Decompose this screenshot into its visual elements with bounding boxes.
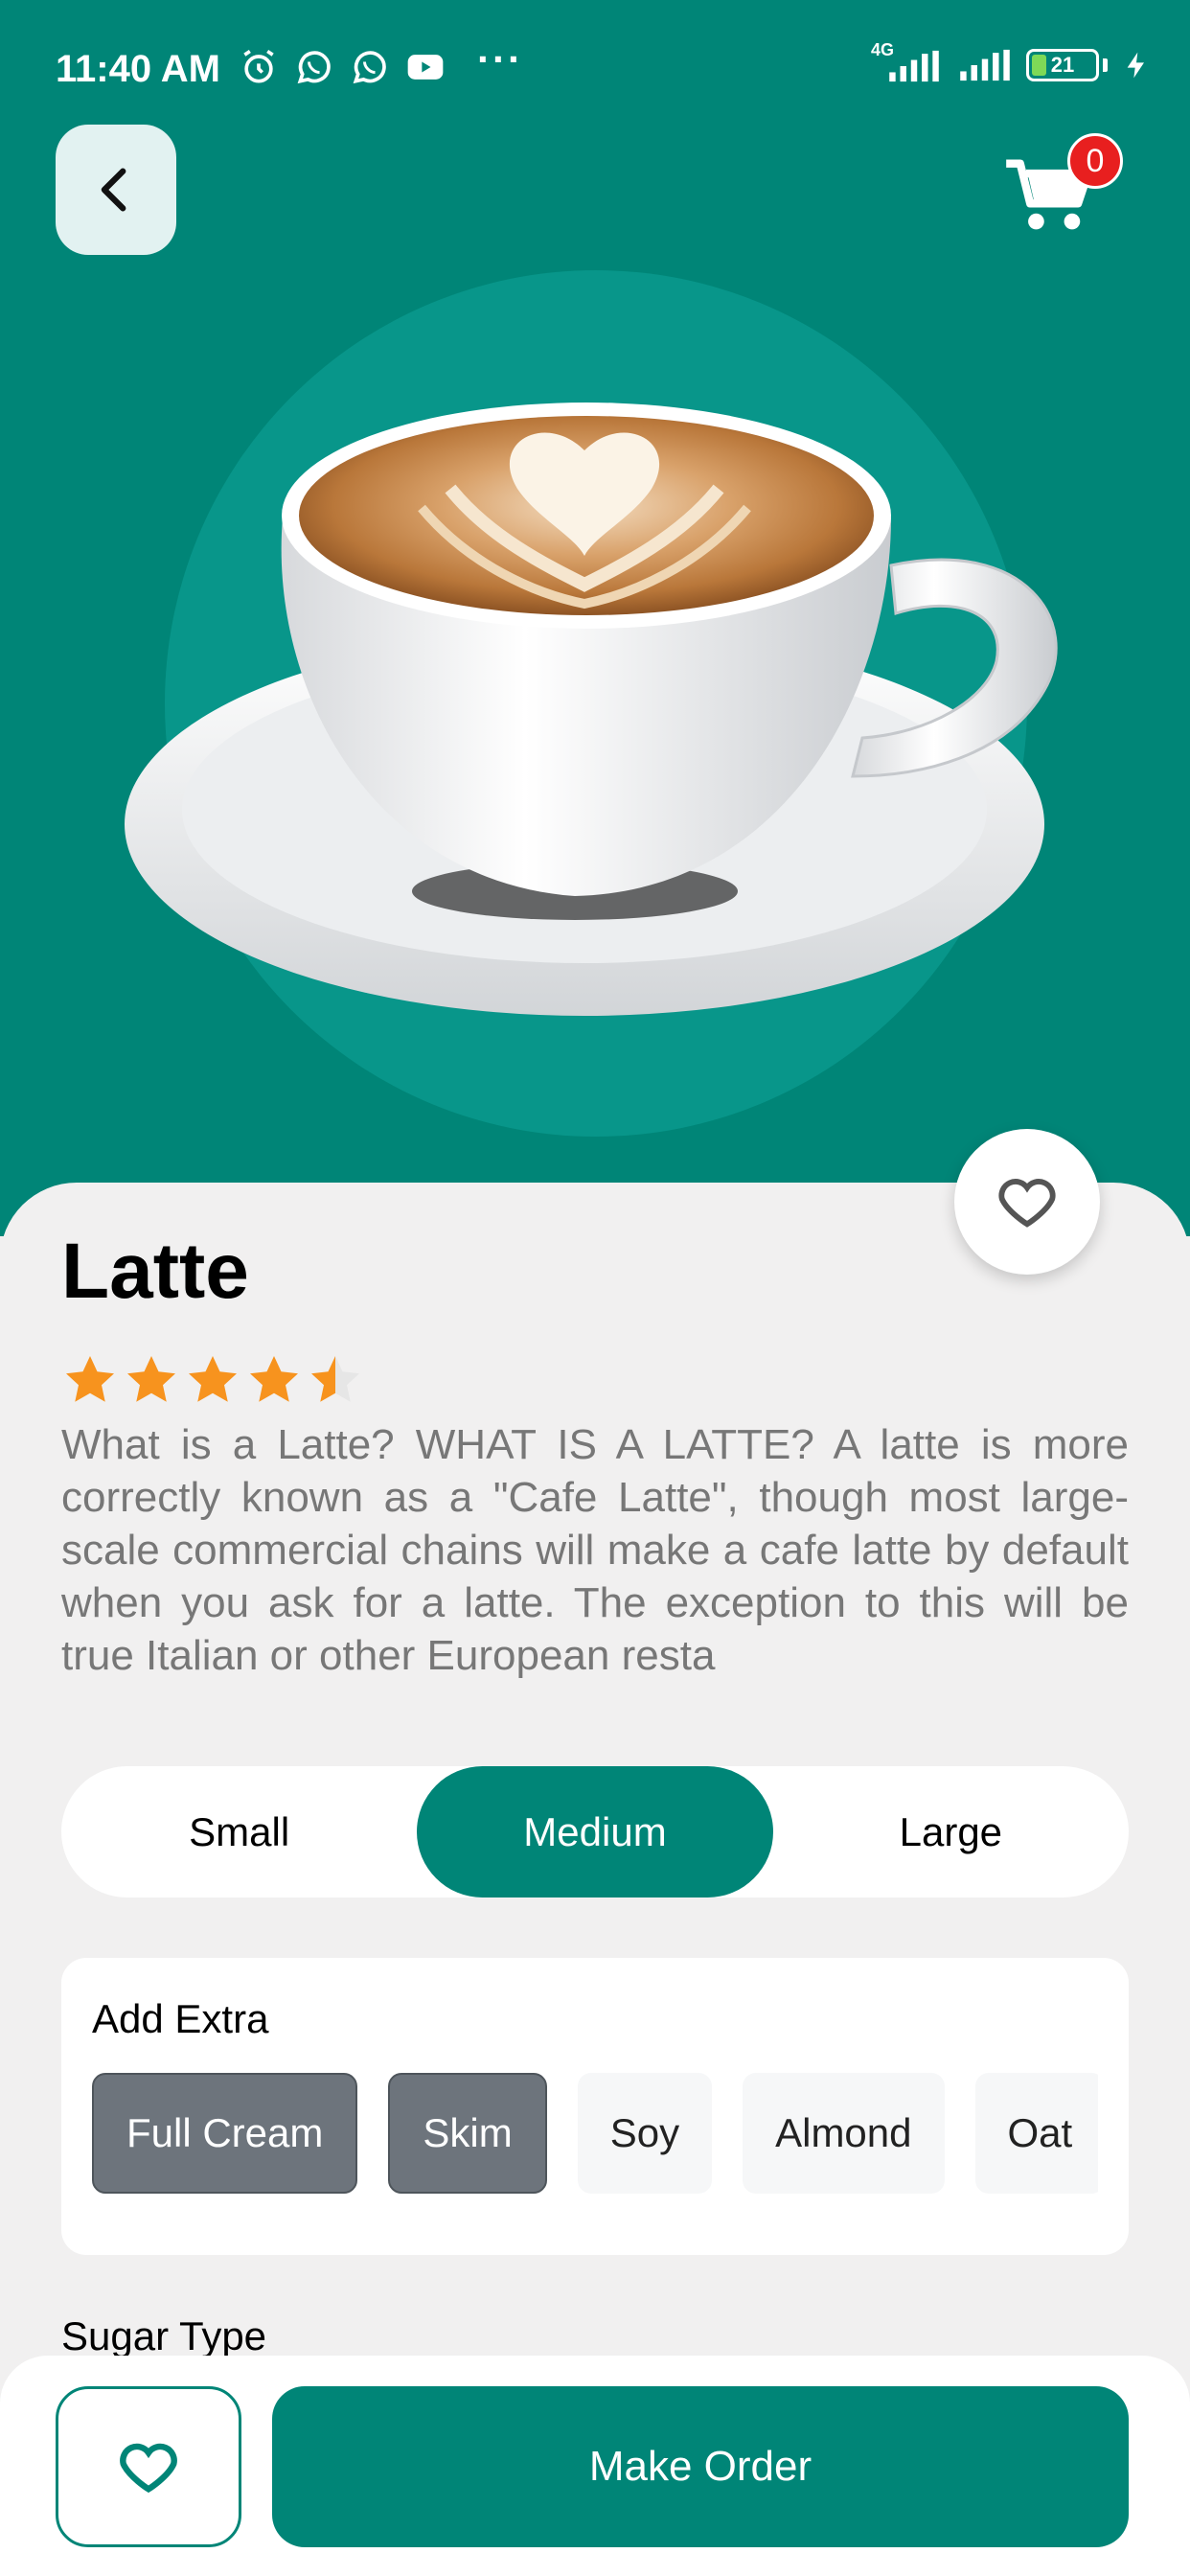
status-bar: 11:40 AM ··· 4G 21 <box>0 0 1190 139</box>
cart-count-badge: 0 <box>1067 133 1123 189</box>
signal-4g-icon: 4G <box>871 40 944 84</box>
back-button[interactable] <box>56 125 176 255</box>
status-time: 11:40 AM <box>56 48 220 90</box>
whatsapp-icon <box>353 51 386 84</box>
size-option-small[interactable]: Small <box>61 1766 417 1898</box>
extra-option-skim[interactable]: Skim <box>388 2073 547 2194</box>
battery-icon: 21 <box>1026 49 1099 81</box>
cart-button[interactable]: 0 <box>996 129 1123 244</box>
product-name: Latte <box>61 1228 249 1315</box>
make-order-button[interactable]: Make Order <box>272 2386 1129 2547</box>
battery-level: 21 <box>1050 53 1075 77</box>
heart-icon <box>998 1179 1056 1228</box>
size-option-medium[interactable]: Medium <box>417 1766 773 1898</box>
youtube-icon <box>407 55 444 80</box>
latte-cup-image <box>125 402 1058 1016</box>
size-option-large[interactable]: Large <box>773 1766 1129 1898</box>
extra-option-almond[interactable]: Almond <box>743 2073 945 2194</box>
product-hero: 11:40 AM ··· 4G 21 0 <box>0 0 1190 1236</box>
charging-icon <box>1127 52 1144 79</box>
sugar-type-label: Sugar Type <box>61 2313 267 2358</box>
extra-option-oat[interactable]: Oat <box>974 2073 1098 2194</box>
star-icon <box>250 1356 298 1402</box>
signal-icon <box>960 49 1010 81</box>
rating-stars <box>61 1351 364 1409</box>
notification-icons: ··· <box>238 36 523 88</box>
size-selector: Small Medium Large <box>61 1766 1129 1898</box>
add-extra-card: Add Extra Full Cream Skim Soy Almond Oat <box>61 1958 1129 2255</box>
favorite-button[interactable] <box>954 1129 1100 1275</box>
star-icon <box>127 1356 175 1402</box>
extra-option-soy[interactable]: Soy <box>577 2073 713 2194</box>
add-extra-title: Add Extra <box>92 1996 269 2041</box>
system-icons: 4G 21 <box>871 40 1152 84</box>
extra-options-list[interactable]: Full Cream Skim Soy Almond Oat <box>92 2073 1098 2194</box>
heart-icon <box>120 2443 177 2494</box>
add-to-favorites-button[interactable] <box>56 2386 241 2547</box>
star-half-icon <box>311 1356 359 1402</box>
star-icon <box>66 1356 114 1402</box>
alarm-icon <box>243 49 274 83</box>
extra-option-full-cream[interactable]: Full Cream <box>92 2073 358 2194</box>
star-icon <box>189 1356 237 1402</box>
product-description: What is a Latte? WHAT IS A LATTE? A latt… <box>61 1421 1129 1679</box>
whatsapp-icon <box>297 51 331 84</box>
chevron-left-icon <box>101 168 126 212</box>
more-notifications-icon: ··· <box>477 36 523 81</box>
